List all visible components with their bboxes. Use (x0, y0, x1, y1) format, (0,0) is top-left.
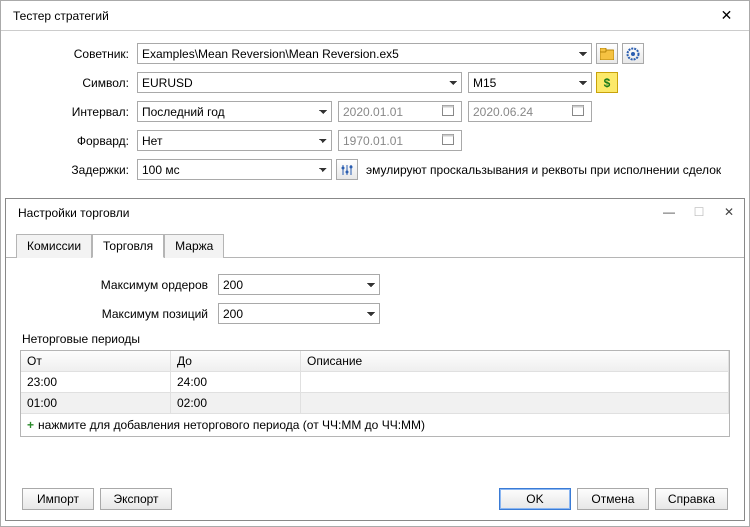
date-from-input[interactable] (338, 101, 462, 122)
delays-hint: эмулируют проскальзывания и реквоты при … (366, 163, 721, 177)
settings-title: Настройки торговли (18, 206, 129, 220)
add-period-row[interactable]: + нажмите для добавления неторгового пер… (21, 413, 729, 436)
currency-icon[interactable]: $ (596, 72, 618, 93)
table-row[interactable]: 23:00 24:00 (21, 371, 729, 392)
titlebar: Тестер стратегий ✕ (1, 1, 749, 31)
ok-button[interactable]: OK (499, 488, 571, 510)
tester-form: Советник: Examples\Mean Reversion\Mean R… (1, 31, 749, 196)
settings-titlebar: Настройки торговли — ☐ ✕ (6, 199, 744, 227)
add-hint: нажмите для добавления неторгового перио… (38, 418, 425, 432)
timeframe-select[interactable]: M15 (468, 72, 592, 93)
forward-select[interactable]: Нет (137, 130, 332, 151)
nontrading-table: От До Описание 23:00 24:00 01:00 02:00 +… (20, 350, 730, 437)
delays-select[interactable]: 100 мс (137, 159, 332, 180)
maximize-button[interactable]: ☐ (684, 199, 714, 227)
interval-label: Интервал: (19, 105, 137, 119)
minimize-button[interactable]: — (654, 199, 684, 227)
max-positions-label: Максимум позиций (20, 307, 218, 321)
date-to-input[interactable] (468, 101, 592, 122)
sliders-icon[interactable] (336, 159, 358, 180)
tab-margin[interactable]: Маржа (164, 234, 224, 258)
nontrading-label: Неторговые периоды (22, 332, 730, 346)
tab-trading[interactable]: Торговля (92, 234, 164, 258)
plus-icon: + (27, 418, 34, 432)
table-row[interactable]: 01:00 02:00 (21, 392, 729, 413)
gear-icon[interactable] (622, 43, 644, 64)
close-button[interactable]: ✕ (714, 199, 744, 227)
max-orders-select[interactable]: 200 (218, 274, 380, 295)
import-button[interactable]: Импорт (22, 488, 94, 510)
help-button[interactable]: Справка (655, 488, 728, 510)
button-bar: Импорт Экспорт OK Отмена Справка (22, 488, 728, 510)
interval-select[interactable]: Последний год (137, 101, 332, 122)
trading-tab-content: Максимум ордеров 200 Максимум позиций 20… (6, 258, 744, 445)
advisor-select[interactable]: Examples\Mean Reversion\Mean Reversion.e… (137, 43, 592, 64)
cancel-button[interactable]: Отмена (577, 488, 649, 510)
max-positions-select[interactable]: 200 (218, 303, 380, 324)
trading-settings-window: Настройки торговли — ☐ ✕ Комиссии Торгов… (5, 198, 745, 521)
col-to-header[interactable]: До (171, 351, 301, 371)
close-button[interactable]: ✕ (704, 1, 749, 31)
advisor-label: Советник: (19, 47, 137, 61)
export-button[interactable]: Экспорт (100, 488, 172, 510)
window-title: Тестер стратегий (13, 9, 109, 23)
max-orders-label: Максимум ордеров (20, 278, 218, 292)
col-desc-header[interactable]: Описание (301, 351, 729, 371)
forward-date-input[interactable] (338, 130, 462, 151)
forward-label: Форвард: (19, 134, 137, 148)
symbol-label: Символ: (19, 76, 137, 90)
folder-icon[interactable] (596, 43, 618, 64)
col-from-header[interactable]: От (21, 351, 171, 371)
symbol-select[interactable]: EURUSD (137, 72, 462, 93)
delays-label: Задержки: (19, 163, 137, 177)
settings-tabs: Комиссии Торговля Маржа (6, 227, 744, 258)
tab-commissions[interactable]: Комиссии (16, 234, 92, 258)
